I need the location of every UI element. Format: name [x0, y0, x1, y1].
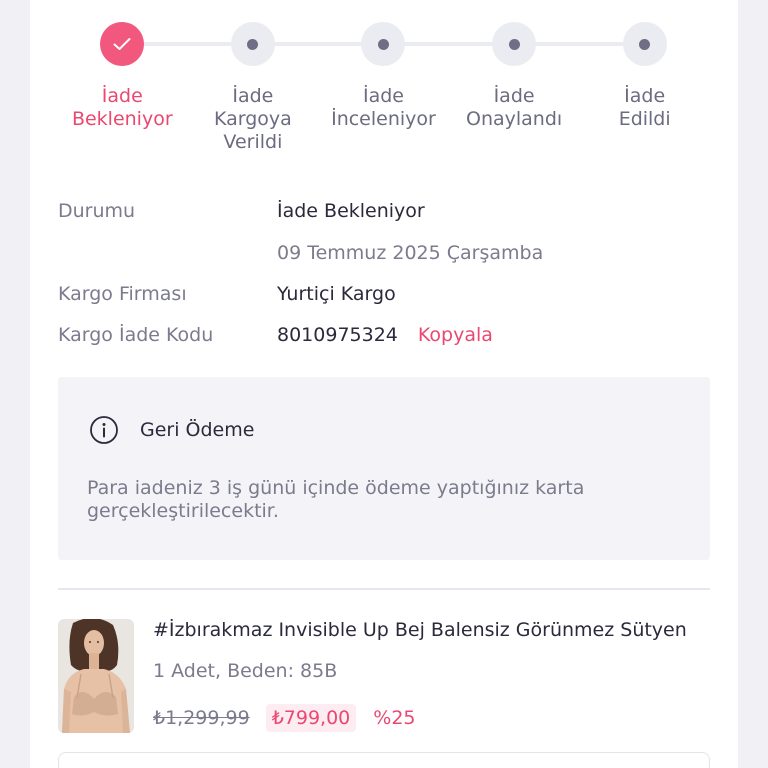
status-row: Durumu İade Bekleniyor	[58, 200, 710, 223]
step-label: İade Edildi	[619, 85, 671, 131]
step-label: İade Kargoya Verildi	[214, 85, 292, 154]
return-code-value: 8010975324	[277, 324, 398, 346]
step-label: İade Bekleniyor	[72, 85, 173, 131]
product-name[interactable]: #İzbırakmaz Invisible Up Bej Balensiz Gö…	[153, 619, 687, 642]
product-image[interactable]	[58, 619, 134, 733]
price-row: ₺1,299,99 ₺799,00 %25	[153, 704, 416, 732]
product-photo-icon	[58, 619, 134, 733]
step-circle	[492, 22, 537, 66]
section-divider	[58, 588, 710, 590]
discounted-price: ₺799,00	[265, 704, 357, 732]
step-label-line: Verildi	[223, 131, 283, 153]
original-price: ₺1,299,99	[153, 706, 250, 729]
discount-rate: %25	[373, 706, 416, 729]
dot-icon	[639, 38, 651, 50]
info-icon	[90, 416, 118, 444]
next-section-card	[58, 752, 710, 768]
return-code-label: Kargo İade Kodu	[58, 324, 214, 346]
step-label-line: İade	[232, 85, 274, 107]
step-label-line: İade	[101, 85, 143, 107]
step-inspecting: İade İnceleniyor	[318, 22, 449, 154]
status-label: Durumu	[58, 200, 136, 222]
step-circle	[100, 22, 145, 66]
step-label-line: Kargoya	[213, 108, 292, 130]
step-label-line: İade	[624, 85, 666, 107]
carrier-value: Yurtiçi Kargo	[277, 283, 396, 305]
carrier-label: Kargo Firması	[58, 283, 187, 305]
step-label-line: İnceleniyor	[331, 108, 436, 130]
carrier-row: Kargo Firması Yurtiçi Kargo	[58, 283, 710, 306]
step-refunded: İade Edildi	[579, 22, 710, 154]
step-label-line: Bekleniyor	[71, 108, 173, 130]
check-icon	[113, 38, 131, 50]
return-code-row: Kargo İade Kodu 8010975324 Kopyala	[58, 324, 710, 347]
steps-row: İade Bekleniyor İade Kargoya Verildi İad…	[57, 22, 710, 154]
refund-info-box: Geri Ödeme Para iadeniz 3 iş günü içinde…	[58, 377, 710, 560]
step-label-line: İade	[362, 85, 404, 107]
step-label-line: İade	[493, 85, 535, 107]
status-date-row: 09 Temmuz 2025 Çarşamba	[58, 242, 710, 265]
return-code-group: 8010975324 Kopyala	[277, 324, 493, 347]
step-circle	[230, 22, 275, 66]
dot-icon	[247, 38, 259, 50]
dot-icon	[377, 38, 389, 50]
refund-title: Geri Ödeme	[140, 419, 255, 441]
refund-description: Para iadeniz 3 iş günü içinde ödeme yapt…	[87, 477, 585, 522]
dot-icon	[508, 38, 520, 50]
step-label-line: Edildi	[618, 108, 671, 130]
status-date: 09 Temmuz 2025 Çarşamba	[277, 242, 544, 264]
copy-code-button[interactable]: Kopyala	[418, 324, 493, 347]
step-label-line: Onaylandı	[465, 108, 563, 130]
return-detail-card: İade Bekleniyor İade Kargoya Verildi İad…	[30, 0, 738, 768]
step-shipped: İade Kargoya Verildi	[188, 22, 319, 154]
step-label: İade Onaylandı	[466, 85, 562, 131]
step-circle	[622, 22, 667, 66]
step-approved: İade Onaylandı	[449, 22, 580, 154]
step-label: İade İnceleniyor	[331, 85, 436, 131]
step-return-awaited: İade Bekleniyor	[57, 22, 188, 154]
step-circle	[361, 22, 406, 66]
status-value: İade Bekleniyor	[277, 200, 425, 222]
product-quantity-size: 1 Adet, Beden: 85B	[153, 660, 338, 682]
return-progress-stepper: İade Bekleniyor İade Kargoya Verildi İad…	[57, 22, 710, 154]
return-details: Durumu İade Bekleniyor 09 Temmuz 2025 Ça…	[58, 200, 710, 350]
returned-product: #İzbırakmaz Invisible Up Bej Balensiz Gö…	[58, 619, 710, 733]
